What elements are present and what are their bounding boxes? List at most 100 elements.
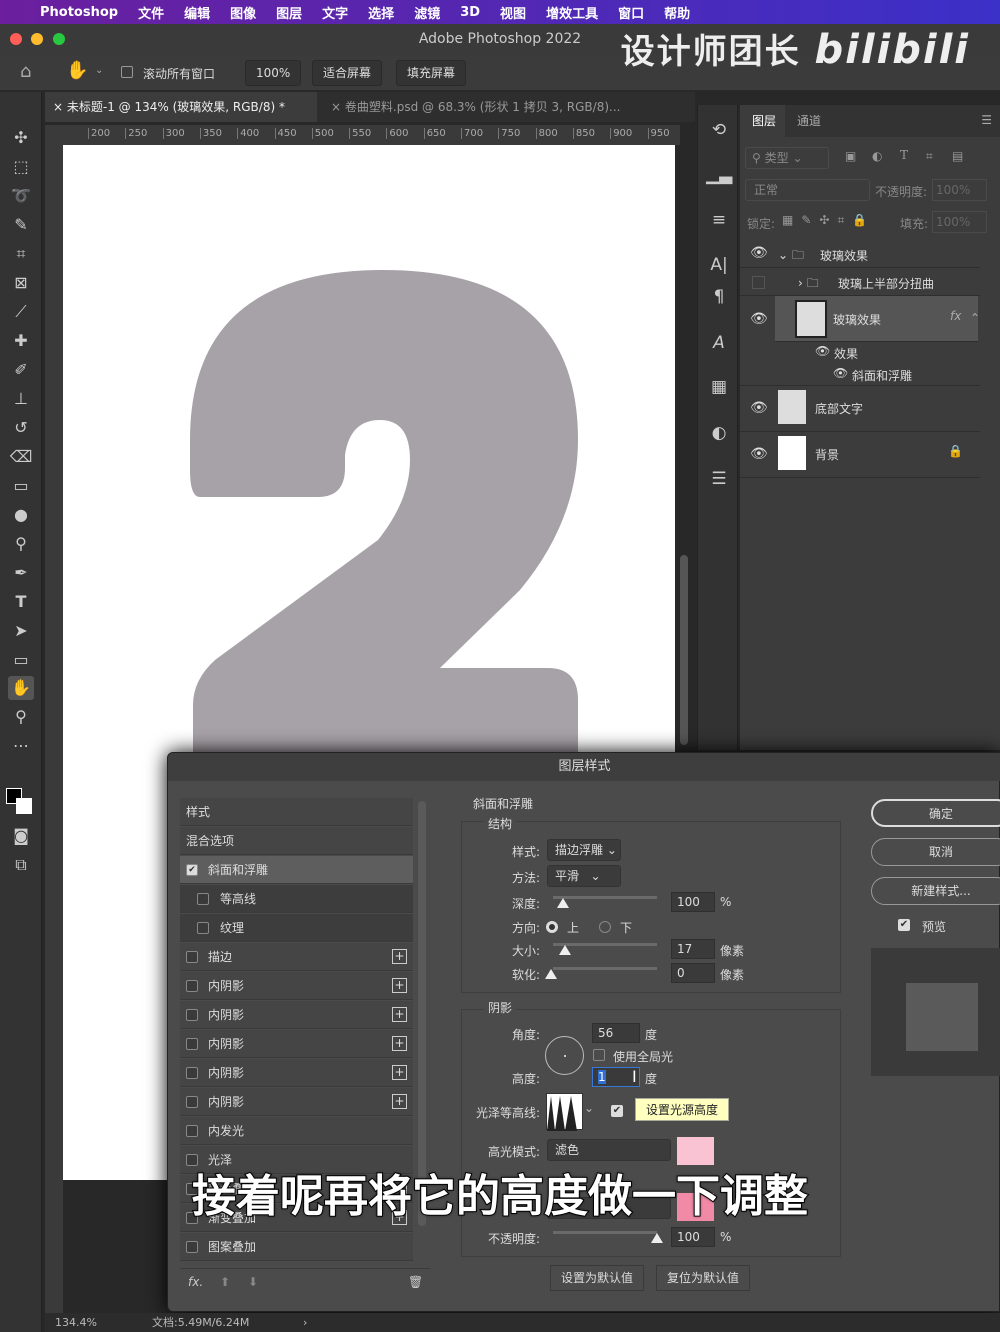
menu-photoshop[interactable]: Photoshop: [40, 5, 118, 20]
soften-slider[interactable]: [553, 967, 657, 970]
reset-default-button[interactable]: 复位为默认值: [656, 1265, 750, 1291]
paragraph-icon[interactable]: ¶: [706, 287, 732, 307]
type-filter-icon[interactable]: T: [900, 148, 908, 162]
screen-mode-icon[interactable]: ⧉: [8, 853, 34, 877]
panel-menu-icon[interactable]: ☰: [981, 113, 992, 127]
lock-icons[interactable]: ▦✎✣⌗🔒: [782, 213, 875, 228]
smart-filter-icon[interactable]: ▤: [952, 149, 963, 163]
home-icon[interactable]: ⌂: [20, 61, 31, 82]
bevel-style-select[interactable]: 描边浮雕 ⌄: [547, 839, 621, 861]
effect-eye-icon[interactable]: 👁: [833, 366, 848, 380]
background-color[interactable]: [16, 798, 32, 814]
rectangle-tool-icon[interactable]: ▭: [8, 648, 34, 672]
menu-plugins[interactable]: 增效工具: [546, 3, 598, 22]
move-tool-icon[interactable]: ✣: [8, 126, 34, 150]
menu-file[interactable]: 文件: [138, 3, 164, 22]
hand-tool-icon[interactable]: ✋: [66, 60, 88, 81]
opacity-field[interactable]: 100%: [932, 179, 987, 201]
eyedropper-tool-icon[interactable]: ⟋: [8, 300, 34, 324]
style-item[interactable]: 内阴影 +: [180, 1001, 413, 1029]
effect-bevel-row[interactable]: 👁 斜面和浮雕: [740, 364, 980, 386]
effects-row[interactable]: 👁 效果: [740, 342, 980, 364]
zoom-level[interactable]: 134.4%: [55, 1313, 97, 1332]
scroll-all-checkbox[interactable]: [121, 66, 133, 78]
effects-eye-icon[interactable]: 👁: [815, 344, 830, 358]
image-filter-icon[interactable]: ▣: [845, 149, 856, 163]
layer-row-glass-selected[interactable]: 玻璃效果 fx: [775, 296, 978, 342]
add-style-icon[interactable]: +: [392, 1065, 407, 1080]
character-icon[interactable]: A|: [706, 255, 732, 275]
contour-dropdown-icon[interactable]: ⌄: [584, 1101, 594, 1115]
tab-layers[interactable]: 图层: [740, 105, 790, 137]
style-item[interactable]: 内阴影 +: [180, 1088, 413, 1116]
fx-icon[interactable]: fx: [950, 309, 961, 323]
expand-chevron-icon[interactable]: ⌄ 🗀: [778, 246, 804, 267]
style-checkbox[interactable]: [186, 1009, 198, 1021]
style-checkbox[interactable]: [186, 1241, 198, 1253]
type-tool-icon[interactable]: T: [8, 590, 34, 614]
set-default-button[interactable]: 设置为默认值: [550, 1265, 644, 1291]
stamp-tool-icon[interactable]: ⊥: [8, 387, 34, 411]
layer-row-glass-top-group[interactable]: › 🗀 玻璃上半部分扭曲: [740, 268, 980, 296]
add-style-icon[interactable]: +: [392, 978, 407, 993]
menu-select[interactable]: 选择: [368, 3, 394, 22]
trash-icon[interactable]: 🗑: [408, 1275, 423, 1289]
add-style-icon[interactable]: +: [392, 949, 407, 964]
style-checkbox[interactable]: [186, 1067, 198, 1079]
glyphs-icon[interactable]: A: [706, 333, 732, 353]
ok-button[interactable]: 确定: [871, 799, 1000, 827]
method-select[interactable]: 平滑 ⌄: [547, 865, 621, 887]
collapse-chevron-icon[interactable]: › 🗀: [798, 274, 819, 295]
style-item[interactable]: 等高线: [180, 885, 413, 913]
menu-layer[interactable]: 图层: [276, 3, 302, 22]
style-checkbox[interactable]: [186, 1038, 198, 1050]
zoom-tool-icon[interactable]: ⚲: [8, 705, 34, 729]
gradient-tool-icon[interactable]: ▭: [8, 474, 34, 498]
add-style-icon[interactable]: +: [392, 1036, 407, 1051]
fx-menu-icon[interactable]: fx.: [188, 1275, 203, 1289]
direction-up-radio[interactable]: [546, 921, 558, 933]
tab-document-1[interactable]: × 未标题-1 @ 134% (玻璃效果, RGB/8) *: [45, 92, 317, 122]
fill-screen-button[interactable]: 填充屏幕: [396, 60, 467, 86]
style-item[interactable]: ✔ 斜面和浮雕: [180, 856, 413, 884]
blend-mode-select[interactable]: 正常: [745, 179, 870, 201]
marquee-tool-icon[interactable]: ⬚: [8, 155, 34, 179]
more-tools-icon[interactable]: ⋯: [8, 734, 34, 758]
shadow-opacity-slider[interactable]: [553, 1231, 657, 1234]
style-checkbox[interactable]: [197, 893, 209, 905]
history-icon[interactable]: ⟲: [706, 120, 732, 140]
visibility-toggle[interactable]: [752, 276, 765, 289]
style-item[interactable]: 描边 +: [180, 943, 413, 971]
close-tab-icon[interactable]: ×: [53, 100, 63, 114]
tab-document-2[interactable]: × 卷曲塑料.psd @ 68.3% (形状 1 拷贝 3, RGB/8)...: [323, 92, 695, 122]
lasso-tool-icon[interactable]: ➰: [8, 184, 34, 208]
style-item[interactable]: 内发光: [180, 1117, 413, 1145]
style-checkbox[interactable]: [186, 1096, 198, 1108]
highlight-mode-select[interactable]: 滤色: [547, 1139, 671, 1161]
style-checkbox[interactable]: [186, 951, 198, 963]
visibility-eye-icon[interactable]: 👁: [750, 245, 768, 261]
adjustments-icon[interactable]: ◐: [706, 423, 732, 443]
depth-field[interactable]: 100: [671, 892, 715, 912]
visibility-eye-icon[interactable]: 👁: [750, 446, 768, 462]
layer-row-background[interactable]: 👁 背景 🔒: [740, 432, 980, 478]
visibility-eye-icon[interactable]: 👁: [750, 311, 768, 327]
global-light-checkbox[interactable]: [593, 1049, 605, 1061]
style-checkbox[interactable]: [186, 980, 198, 992]
size-field[interactable]: 17: [671, 939, 715, 959]
style-checkbox[interactable]: [197, 922, 209, 934]
collapse-effects-icon[interactable]: ⌃: [970, 311, 980, 325]
style-item[interactable]: 混合选项: [180, 827, 413, 855]
move-down-icon[interactable]: ⬇: [248, 1275, 258, 1289]
menu-window[interactable]: 窗口: [618, 3, 644, 22]
fit-screen-button[interactable]: 适合屏幕: [312, 60, 383, 86]
shadow-opacity-field[interactable]: 100: [671, 1227, 715, 1247]
minimize-window-button[interactable]: [31, 33, 43, 45]
menu-type[interactable]: 文字: [322, 3, 348, 22]
preview-checkbox[interactable]: ✔: [898, 919, 910, 931]
menu-3d[interactable]: 3D: [460, 5, 480, 20]
style-checkbox[interactable]: [186, 1125, 198, 1137]
style-item[interactable]: 图案叠加: [180, 1233, 413, 1261]
layer-row-glass-group[interactable]: 👁 ⌄ 🗀 玻璃效果: [740, 240, 980, 268]
visibility-eye-icon[interactable]: 👁: [750, 400, 768, 416]
